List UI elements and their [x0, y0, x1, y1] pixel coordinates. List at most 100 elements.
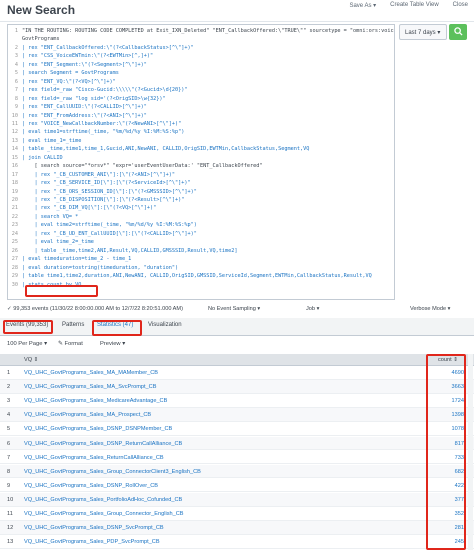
table-row[interactable]: 1 VQ_UHC_GovtPrograms_Sales_MA_MAMember_C…: [0, 366, 474, 380]
vq-cell[interactable]: VQ_UHC_GovtPrograms_Sales_DSNP_RollOver_…: [24, 483, 158, 489]
query-line[interactable]: 20 | rex "_CB_DISPOSITION[\"]:[\"(?<Resu…: [8, 196, 394, 204]
query-line[interactable]: 9 | rex "ENT_CallUUID:\"(?<CALLID>[^\"]+)…: [8, 103, 394, 111]
table-row[interactable]: 8 VQ_UHC_GovtPrograms_Sales_Group_Connect…: [0, 464, 474, 479]
query-line[interactable]: 4 | rex "ENT_Segment:\"(?<Segment>[^\"]+)…: [8, 61, 394, 69]
query-line[interactable]: 21 | rex "_CB_DIM_VQ[\"]:[\"(?<VQ>[^\"]+…: [8, 204, 394, 212]
column-header-vq[interactable]: VQ ⇕: [24, 357, 38, 363]
query-line[interactable]: 26 | table _time,time2,ANI,Result,VQ,CAL…: [8, 247, 394, 255]
query-line[interactable]: 25 | eval time_2=_time: [8, 238, 394, 246]
line-number: 2: [14, 44, 18, 51]
event-sampling-dropdown[interactable]: No Event Sampling ▾: [208, 306, 260, 312]
query-line[interactable]: 19 | rex "_CB_ORS_SESSION_ID[\"]:[\"(?<G…: [8, 188, 394, 196]
line-number: 28: [11, 264, 18, 271]
vq-cell[interactable]: VQ_UHC_GovtPrograms_Sales_ReturnCallAlli…: [24, 455, 164, 461]
query-line[interactable]: 23 | eval time2=strftime(_time, "%m/%d/%…: [8, 221, 394, 229]
table-row[interactable]: 7 VQ_UHC_GovtPrograms_Sales_ReturnCallAll…: [0, 451, 474, 465]
row-index: 4: [7, 412, 11, 419]
query-line[interactable]: 28 | eval duration=tostring(timeduration,…: [8, 264, 394, 272]
vq-cell[interactable]: VQ_UHC_GovtPrograms_Sales_Group_Connecto…: [24, 469, 201, 475]
format-button[interactable]: ✎ Format: [58, 341, 83, 347]
query-line[interactable]: 2 | rex "ENT_CallbackOffered:\"(?<Callbac…: [8, 44, 394, 52]
table-row[interactable]: 5 VQ_UHC_GovtPrograms_Sales_DSNP_DSNPMemb…: [0, 422, 474, 437]
time-range-picker[interactable]: Last 7 days ▾: [399, 24, 447, 40]
header-links: Save As ▾ Create Table View Close: [349, 2, 468, 9]
table-row[interactable]: 12 VQ_UHC_GovtPrograms_Sales_DSNP_SvcProm…: [0, 521, 474, 535]
vq-cell[interactable]: VQ_UHC_GovtPrograms_Sales_MA_Prospect_CB: [24, 412, 151, 418]
row-index: 7: [7, 454, 11, 461]
table-row[interactable]: 10 VQ_UHC_GovtPrograms_Sales_PortfolioAdH…: [0, 492, 474, 507]
query-line[interactable]: 6 | rex "ENT_VQ:\"(?<VQ>[^\"]+)": [8, 78, 394, 86]
vq-cell[interactable]: VQ_UHC_GovtPrograms_Sales_Group_Connecto…: [24, 511, 184, 517]
table-row[interactable]: 4 VQ_UHC_GovtPrograms_Sales_MA_Prospect_C…: [0, 408, 474, 422]
query-line[interactable]: 13 | eval time_1=_time: [8, 137, 394, 145]
save-as-link[interactable]: Save As ▾: [349, 2, 376, 9]
query-line[interactable]: 5 | search Segment = GovtPrograms: [8, 69, 394, 77]
table-row[interactable]: 11 VQ_UHC_GovtPrograms_Sales_Group_Connec…: [0, 507, 474, 521]
query-line[interactable]: 17 | rex "_CB_CUSTOMER_ANI\"]:[\"(?<ANI>…: [8, 171, 394, 179]
vq-cell[interactable]: VQ_UHC_GovtPrograms_Sales_DSNP_ReturnCal…: [24, 441, 182, 447]
query-line[interactable]: 27 | eval timeduration=time_2 - time_1: [8, 255, 394, 263]
vq-cell[interactable]: VQ_UHC_GovtPrograms_Sales_PDP_SvcPrompt_…: [24, 539, 160, 545]
query-line[interactable]: 22 | search VQ= *: [8, 213, 394, 221]
query-line[interactable]: 8 | rex field=_raw "log sid='(?<OrigSID>\…: [8, 95, 394, 103]
query-line[interactable]: 15 | join CALLID: [8, 154, 394, 162]
per-page-dropdown[interactable]: 100 Per Page ▾: [7, 341, 47, 347]
vq-cell[interactable]: VQ_UHC_GovtPrograms_Sales_MA_MAMember_CB: [24, 370, 158, 376]
tab-patterns[interactable]: Patterns: [62, 322, 84, 328]
results-toolbar: 100 Per Page ▾ ✎ Format Preview ▾: [0, 338, 474, 352]
table-row[interactable]: 2 VQ_UHC_GovtPrograms_Sales_MA_SvcPrompt_…: [0, 380, 474, 394]
query-line[interactable]: 12 | eval time1=strftime(_time, "%m/%d/%y…: [8, 128, 394, 136]
table-scrollbar[interactable]: [468, 354, 473, 550]
table-row[interactable]: 6 VQ_UHC_GovtPrograms_Sales_DSNP_ReturnCa…: [0, 436, 474, 451]
query-line[interactable]: 10 | rex "ENT_FromAddress:\"(?<ANI>[^\"]+…: [8, 112, 394, 120]
query-text: | rex "ENT_VQ:\"(?<VQ>[^\"]+)": [22, 78, 116, 85]
line-number: 3: [14, 53, 18, 60]
query-line[interactable]: 18 | rex "_CB_SERVICE_ID[\"]:[\"(?<Servi…: [8, 179, 394, 187]
query-line[interactable]: 1 "IN THE ROUTING: ROUTING CODE COMPLETED…: [8, 27, 395, 35]
query-text: "IN THE ROUTING: ROUTING CODE COMPLETED …: [22, 28, 395, 34]
line-number: 7: [14, 87, 18, 94]
query-text: | search Segment = GovtPrograms: [22, 70, 119, 77]
vq-cell[interactable]: VQ_UHC_GovtPrograms_Sales_PortfolioAdHoc…: [24, 497, 182, 503]
job-menu[interactable]: Job ▾: [306, 306, 319, 312]
table-row[interactable]: 9 VQ_UHC_GovtPrograms_Sales_DSNP_RollOver…: [0, 479, 474, 493]
vq-cell[interactable]: VQ_UHC_GovtPrograms_Sales_MA_SvcPrompt_C…: [24, 384, 156, 390]
line-number: 1: [14, 28, 18, 34]
create-table-view-link[interactable]: Create Table View: [390, 2, 438, 9]
table-row[interactable]: 3 VQ_UHC_GovtPrograms_Sales_MedicareAdvan…: [0, 394, 474, 408]
table-row[interactable]: 13 VQ_UHC_GovtPrograms_Sales_PDP_SvcPromp…: [0, 535, 474, 549]
query-line[interactable]: 14 | table _time,time1,time_1,Gucid,ANI,N…: [8, 145, 394, 153]
close-link[interactable]: Close: [453, 2, 468, 9]
row-index: 5: [7, 426, 11, 433]
vq-cell[interactable]: VQ_UHC_GovtPrograms_Sales_MedicareAdvant…: [24, 398, 167, 404]
query-text: | rex "ENT_CallUUID:\"(?<CALLID>[^\"]+)": [22, 104, 147, 111]
row-index: 9: [7, 482, 11, 489]
line-number: 24: [11, 230, 18, 237]
search-query-editor[interactable]: 1 "IN THE ROUTING: ROUTING CODE COMPLETED…: [7, 24, 395, 300]
preview-dropdown[interactable]: Preview ▾: [100, 341, 125, 347]
query-line[interactable]: 3 | rex "CSS_VoiceEWTmin:\"(?<EWTMin>[^,]…: [8, 52, 394, 60]
vq-cell[interactable]: VQ_UHC_GovtPrograms_Sales_DSNP_SvcPrompt…: [24, 525, 164, 531]
query-text: | eval timeduration=time_2 - time_1: [22, 256, 132, 263]
query-text: [ search source="*orsv*" "expr='userEven…: [22, 163, 263, 170]
query-text: | eval duration=tostring(timeduration, "…: [22, 264, 179, 271]
vq-cell[interactable]: VQ_UHC_GovtPrograms_Sales_DSNP_DSNPMembe…: [24, 426, 172, 432]
query-text: | search VQ= *: [22, 213, 79, 220]
line-number: 8: [14, 95, 18, 102]
query-line[interactable]: GovtPrograms: [8, 35, 394, 43]
query-line[interactable]: 24 | rex "_CB_UD_ENT_CallUUID[\"]:[\"(?<…: [8, 230, 394, 238]
line-number: 29: [11, 273, 18, 280]
query-text: | rex field=_raw "Cisco-Gucid:\\\\\"(?<G…: [22, 87, 188, 94]
query-line[interactable]: 16 [ search source="*orsv*" "expr='userE…: [8, 162, 394, 170]
search-button[interactable]: [449, 24, 467, 40]
line-number: 25: [11, 239, 18, 246]
line-number: 16: [11, 163, 18, 170]
query-line[interactable]: 29 | table time1,time2,duration,ANI,NewAN…: [8, 272, 394, 280]
query-line[interactable]: 7 | rex field=_raw "Cisco-Gucid:\\\\\"(?<…: [8, 86, 394, 94]
line-number: 30: [11, 281, 18, 288]
query-text: | eval time2=strftime(_time, "%m/%d/%y %…: [22, 222, 197, 229]
query-line[interactable]: 11 | rex "VOICE_NewCallbackNumber:\"(?<Ne…: [8, 120, 394, 128]
query-text: | eval time_1=_time: [22, 137, 82, 144]
search-mode-dropdown[interactable]: Verbose Mode ▾: [410, 306, 450, 312]
tab-visualization[interactable]: Visualization: [148, 322, 182, 328]
